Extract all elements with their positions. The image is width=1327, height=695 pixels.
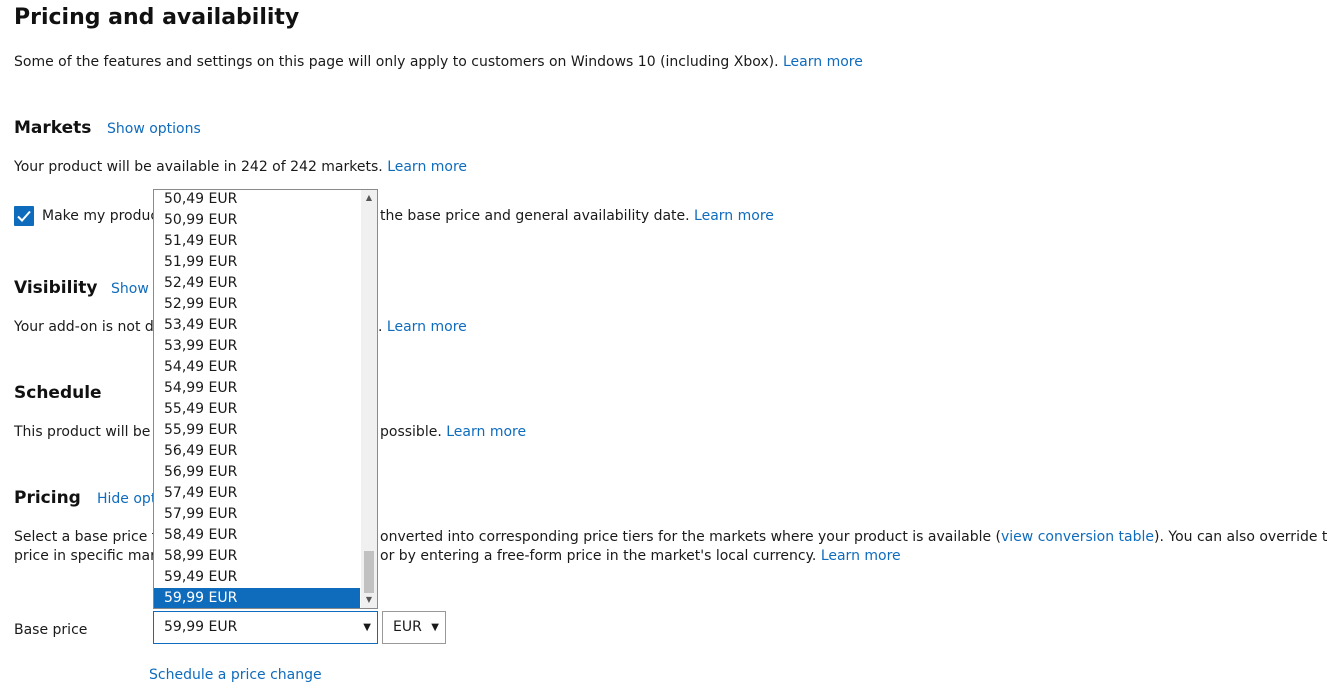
dropdown-scrollbar[interactable]: ▲ ▼ — [361, 190, 377, 608]
make-available-checkbox[interactable] — [14, 206, 34, 226]
dropdown-option[interactable]: 55,99 EUR — [154, 420, 360, 441]
dropdown-option[interactable]: 59,99 EUR — [154, 588, 360, 608]
caret-down-icon: ▼ — [431, 622, 439, 633]
schedule-learn-more-link[interactable]: Learn more — [446, 424, 526, 440]
view-conversion-table-link[interactable]: view conversion table — [1001, 529, 1154, 545]
base-price-dropdown-list[interactable]: 50,49 EUR 50,99 EUR 51,49 EUR 51,99 EUR 52,4… — [153, 189, 378, 609]
pricing-learn-more-link[interactable]: Learn more — [821, 548, 901, 564]
scrollbar-thumb[interactable] — [364, 551, 374, 593]
caret-down-icon: ▼ — [363, 622, 371, 633]
pricing-desc-line2-prefix: price in specific mark — [14, 548, 164, 564]
currency-value: EUR — [393, 619, 422, 635]
schedule-text-suffix: possible. — [380, 424, 442, 440]
base-price-label: Base price — [14, 622, 88, 638]
dropdown-option[interactable]: 54,99 EUR — [154, 378, 360, 399]
dropdown-option[interactable]: 51,99 EUR — [154, 252, 360, 273]
markets-show-options-link[interactable]: Show options — [107, 120, 201, 139]
pricing-heading: Pricing — [14, 488, 81, 508]
visibility-heading: Visibility — [14, 278, 98, 298]
pricing-hide-options-link[interactable]: Hide opt — [97, 490, 156, 509]
markets-heading: Markets — [14, 118, 92, 138]
intro-learn-more-link[interactable]: Learn more — [783, 54, 863, 70]
base-price-value: 59,99 EUR — [164, 619, 238, 635]
schedule-price-change-link[interactable]: Schedule a price change — [149, 666, 322, 685]
page-title: Pricing and availability — [14, 5, 300, 30]
dropdown-option[interactable]: 57,99 EUR — [154, 504, 360, 525]
markets-learn-more-link[interactable]: Learn more — [387, 159, 467, 175]
markets-text: Your product will be available in 242 of… — [14, 159, 383, 175]
dropdown-option[interactable]: 58,49 EUR — [154, 525, 360, 546]
pricing-desc-line2: or by entering a free-form price in the … — [380, 547, 901, 566]
visibility-learn-more-link[interactable]: Learn more — [387, 319, 467, 335]
currency-select[interactable]: EUR ▼ — [382, 611, 446, 644]
dropdown-option[interactable]: 52,99 EUR — [154, 294, 360, 315]
dropdown-option[interactable]: 53,99 EUR — [154, 336, 360, 357]
visibility-text-suffix: . — [378, 319, 383, 335]
checkmark-icon — [17, 210, 31, 222]
schedule-heading: Schedule — [14, 383, 102, 403]
dropdown-option[interactable]: 56,49 EUR — [154, 441, 360, 462]
schedule-line-rest: possible. Learn more — [380, 423, 526, 442]
dropdown-option[interactable]: 57,49 EUR — [154, 483, 360, 504]
schedule-text: This product will be a — [14, 424, 164, 440]
dropdown-option[interactable]: 51,49 EUR — [154, 231, 360, 252]
dropdown-option[interactable]: 52,49 EUR — [154, 273, 360, 294]
pricing-desc-line1-prefix: Select a base price fo — [14, 529, 166, 545]
dropdown-option[interactable]: 50,49 EUR — [154, 190, 360, 210]
markets-line: Your product will be available in 242 of… — [14, 158, 467, 177]
base-price-select[interactable]: 59,99 EUR ▼ — [153, 611, 378, 644]
checkbox-label-prefix: Make my produc — [42, 208, 159, 224]
pricing-desc-line1: onverted into corresponding price tiers … — [380, 528, 1327, 547]
dropdown-option[interactable]: 59,49 EUR — [154, 567, 360, 588]
scroll-up-arrow-icon[interactable]: ▲ — [361, 190, 377, 206]
dropdown-option[interactable]: 53,49 EUR — [154, 315, 360, 336]
dropdown-option[interactable]: 56,99 EUR — [154, 462, 360, 483]
dropdown-option[interactable]: 50,99 EUR — [154, 210, 360, 231]
dropdown-option[interactable]: 58,99 EUR — [154, 546, 360, 567]
pricing-desc-line2-mid: or by entering a free-form price in the … — [380, 548, 817, 564]
page: { "title": "Pricing and availability", "… — [0, 0, 1327, 695]
dropdown-option[interactable]: 55,49 EUR — [154, 399, 360, 420]
intro-line: Some of the features and settings on thi… — [14, 53, 863, 72]
visibility-line-rest: . Learn more — [378, 318, 467, 337]
visibility-text: Your add-on is not di — [14, 319, 158, 335]
checkbox-label-rest: the base price and general availability … — [380, 207, 774, 226]
intro-text: Some of the features and settings on thi… — [14, 54, 779, 70]
scroll-down-arrow-icon[interactable]: ▼ — [361, 592, 377, 608]
dropdown-option[interactable]: 54,49 EUR — [154, 357, 360, 378]
pricing-desc-line1-mid: onverted into corresponding price tiers … — [380, 529, 1001, 545]
pricing-desc-line1-suffix: ). You can also override the base — [1154, 529, 1327, 545]
checkbox-label-suffix: the base price and general availability … — [380, 208, 690, 224]
checkbox-learn-more-link[interactable]: Learn more — [694, 208, 774, 224]
